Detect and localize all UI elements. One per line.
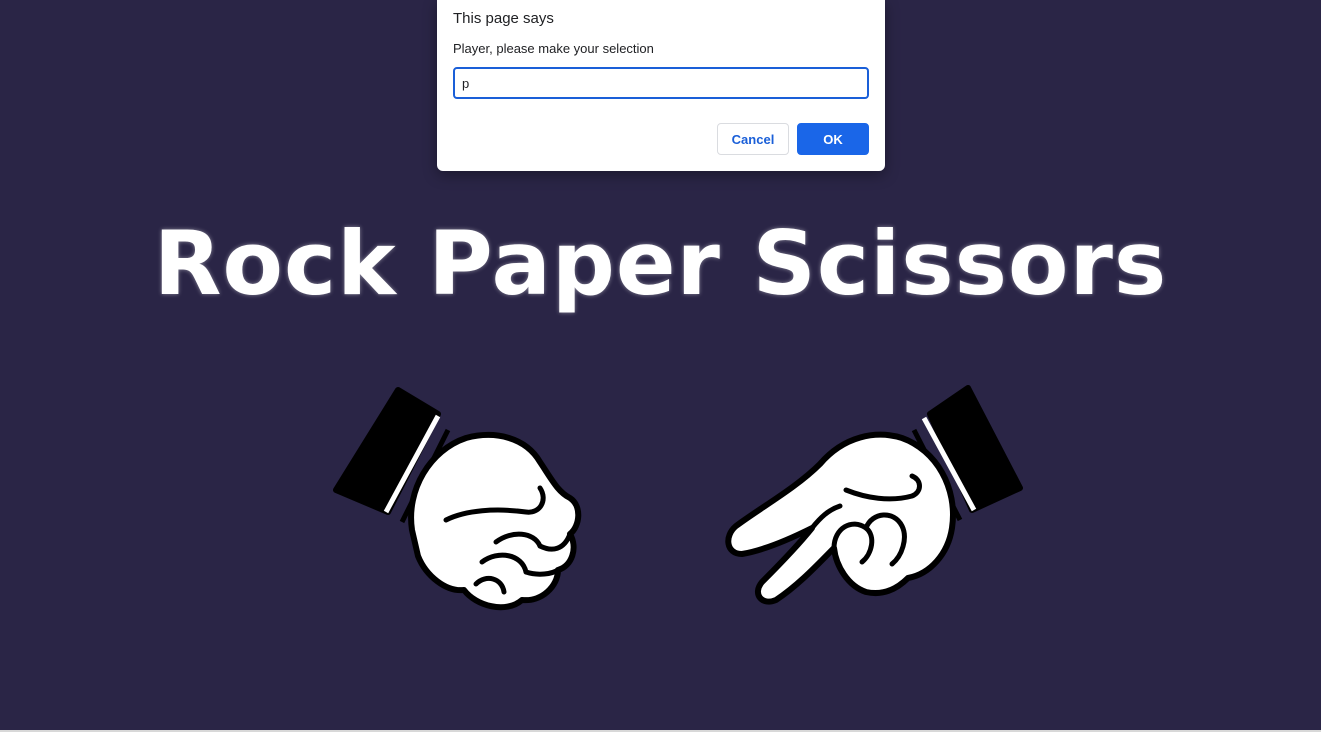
cancel-button[interactable]: Cancel [717, 123, 789, 155]
ok-button[interactable]: OK [797, 123, 869, 155]
dialog-message: Player, please make your selection [453, 41, 654, 56]
scissors-hand-icon [725, 385, 1023, 605]
game-page: Rock Paper Scissors This page says Playe… [0, 0, 1321, 732]
rock-fist-icon [333, 387, 582, 611]
prompt-dialog: This page says Player, please make your … [437, 0, 885, 171]
selection-input[interactable] [453, 67, 869, 99]
dialog-title: This page says [453, 10, 554, 27]
game-title: Rock Paper Scissors [153, 212, 1168, 315]
